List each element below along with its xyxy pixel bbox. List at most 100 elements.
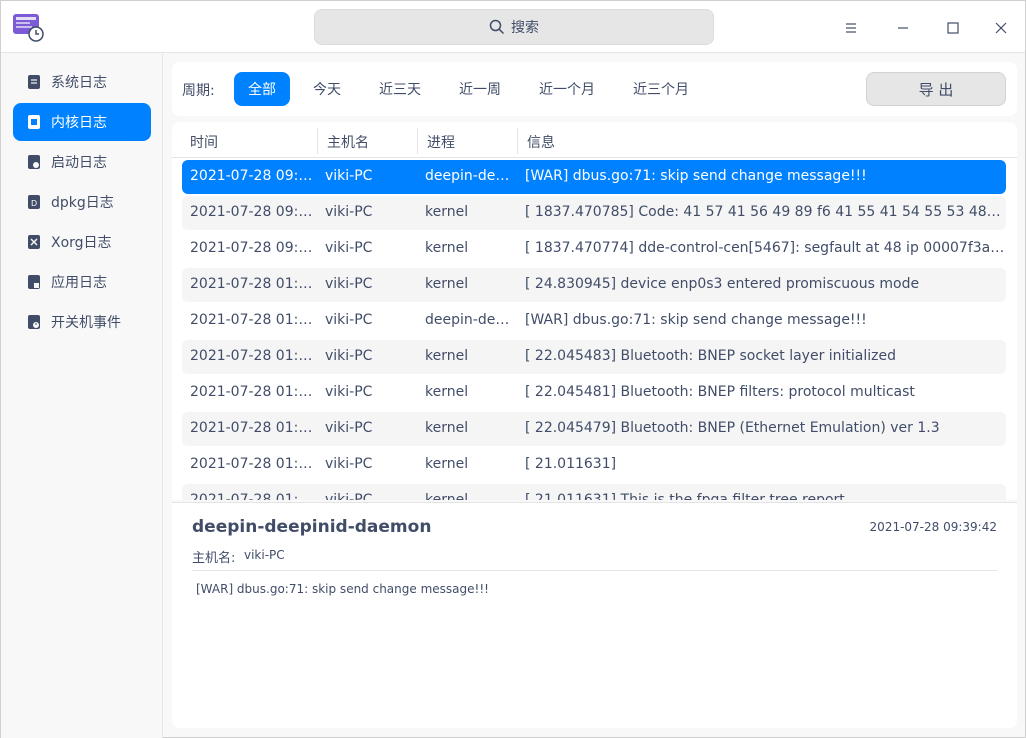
cell-host: viki-PC — [325, 204, 373, 220]
minimize-button[interactable] — [886, 11, 920, 45]
sidebar-item-app-log[interactable]: 应用日志 — [13, 263, 151, 301]
cell-info: [ 1837.470785] Code: 41 57 41 56 49 89 f… — [525, 204, 1005, 220]
table-row[interactable]: 2021-07-28 01:09:51 viki-PC kernel [ 21.011… — [182, 484, 1006, 500]
svg-text:D: D — [31, 199, 37, 208]
sidebar-item-boot-log[interactable]: 启动日志 — [13, 143, 151, 181]
table-row[interactable]: 2021-07-28 01:09:55 viki-PC kernel [ 24.830… — [182, 268, 1006, 302]
hamburger-menu-icon — [846, 23, 856, 33]
cell-host: viki-PC — [325, 492, 373, 500]
cell-host: viki-PC — [325, 456, 373, 472]
column-header-info[interactable]: 信息 — [527, 132, 555, 152]
column-header-host[interactable]: 主机名 — [327, 132, 369, 152]
cell-time: 2021-07-28 01:09:55 — [190, 276, 316, 292]
sidebar-item-kernel-log[interactable]: 内核日志 — [13, 103, 151, 141]
sidebar-item-label: dpkg日志 — [51, 195, 114, 211]
sidebar-item-dpkg-log[interactable]: D dpkg日志 — [13, 183, 151, 221]
minimize-icon — [898, 27, 908, 29]
cell-process: deepin-deepinid-daemon — [425, 168, 517, 184]
boot-log-icon — [28, 155, 40, 169]
close-icon — [995, 22, 1007, 34]
maximize-button[interactable] — [936, 11, 970, 45]
table-row[interactable]: 2021-07-28 01:09:52 viki-PC kernel [ 22.045… — [182, 376, 1006, 410]
period-today-button[interactable]: 今天 — [299, 72, 355, 106]
search-icon — [489, 19, 505, 35]
period-label: 周期: — [182, 83, 215, 99]
sidebar-item-label: 内核日志 — [51, 115, 107, 131]
detail-time: 2021-07-28 09:39:42 — [869, 520, 997, 534]
search-box[interactable]: 搜索 — [314, 9, 714, 45]
sidebar-item-label: 系统日志 — [51, 75, 107, 91]
table-row[interactable]: 2021-07-28 01:09:53 viki-PC deepin-deepini… — [182, 304, 1006, 338]
app-logo-icon — [13, 14, 44, 42]
period-month-button[interactable]: 近一个月 — [525, 72, 609, 106]
export-button[interactable]: 导 出 — [866, 72, 1006, 106]
cell-info: [ 24.830945] device enp0s3 entered promi… — [525, 276, 920, 292]
detail-divider — [192, 570, 997, 571]
cell-process: kernel — [425, 276, 469, 292]
cell-process: kernel — [425, 492, 469, 500]
cell-process: kernel — [425, 240, 469, 256]
cell-info: [ 21.011631] — [525, 456, 617, 472]
column-divider[interactable] — [517, 128, 518, 154]
table-row[interactable]: 2021-07-28 09:39:41 viki-PC kernel [ 1837.4… — [182, 196, 1006, 230]
cell-info: [ 1837.470774] dde-control-cen[5467]: se… — [525, 240, 1005, 256]
sidebar-item-label: 应用日志 — [51, 275, 107, 291]
cell-info: [ 22.045483] Bluetooth: BNEP socket laye… — [525, 348, 897, 364]
sidebar-item-xorg-log[interactable]: Xorg日志 — [13, 223, 151, 261]
column-header-time[interactable]: 时间 — [190, 132, 218, 152]
cell-time: 2021-07-28 01:09:52 — [190, 420, 316, 436]
menu-button[interactable] — [834, 11, 868, 45]
sidebar-item-system-log[interactable]: 系统日志 — [13, 63, 151, 101]
period-all-button[interactable]: 全部 — [234, 72, 290, 106]
power-event-icon — [28, 315, 40, 329]
cell-time: 2021-07-28 01:09:51 — [190, 492, 316, 500]
log-table: 时间 主机名 进程 信息 2021-07-28 09:39:42 viki-PC d… — [172, 122, 1017, 500]
detail-title: deepin-deepinid-daemon — [192, 517, 432, 537]
table-row[interactable]: 2021-07-28 09:39:41 viki-PC kernel [ 1837.4… — [182, 232, 1006, 266]
table-row[interactable]: 2021-07-28 09:39:42 viki-PC deepin-deepini… — [182, 160, 1006, 194]
cell-time: 2021-07-28 09:39:41 — [190, 240, 316, 256]
search-placeholder: 搜索 — [511, 20, 539, 36]
cell-time: 2021-07-28 01:09:52 — [190, 348, 316, 364]
main-content: 周期: 全部 今天 近三天 近一周 近一个月 近三个月 导 出 时间 主机名 进… — [172, 62, 1017, 728]
cell-process: kernel — [425, 384, 469, 400]
cell-info: [ 22.045481] Bluetooth: BNEP filters: pr… — [525, 384, 915, 400]
detail-message[interactable]: [WAR] dbus.go:71: skip send change messa… — [196, 582, 489, 596]
column-divider[interactable] — [417, 128, 418, 154]
cell-process: kernel — [425, 348, 469, 364]
cell-process: kernel — [425, 204, 469, 220]
detail-host-label: 主机名: — [192, 551, 236, 566]
sidebar-item-label: 启动日志 — [51, 155, 107, 171]
table-row[interactable]: 2021-07-28 01:09:52 viki-PC kernel [ 22.045… — [182, 412, 1006, 446]
cell-time: 2021-07-28 09:39:42 — [190, 168, 316, 184]
cell-host: viki-PC — [325, 312, 373, 328]
column-header-process[interactable]: 进程 — [427, 132, 455, 152]
dpkg-log-icon: D — [28, 195, 40, 209]
period-3months-button[interactable]: 近三个月 — [619, 72, 703, 106]
table-row[interactable]: 2021-07-28 01:09:52 viki-PC kernel [ 22.045… — [182, 340, 1006, 374]
cell-info: [WAR] dbus.go:71: skip send change messa… — [525, 312, 867, 328]
document-icon — [28, 75, 40, 89]
cell-time: 2021-07-28 09:39:41 — [190, 204, 316, 220]
cell-time: 2021-07-28 01:09:52 — [190, 384, 316, 400]
column-divider[interactable] — [317, 128, 318, 154]
sidebar-item-label: Xorg日志 — [51, 235, 112, 251]
cell-host: viki-PC — [325, 240, 373, 256]
cell-host: viki-PC — [325, 276, 373, 292]
cell-info: [ 22.045479] Bluetooth: BNEP (Ethernet E… — [525, 420, 940, 436]
title-bar: 搜索 — [1, 1, 1025, 53]
cell-process: kernel — [425, 456, 469, 472]
table-header: 时间 主机名 进程 信息 — [172, 122, 1017, 158]
table-row[interactable]: 2021-07-28 01:09:51 viki-PC kernel [ 21.011… — [182, 448, 1006, 482]
cell-process: deepin-deepinid-daemon — [425, 312, 517, 328]
maximize-icon — [947, 22, 959, 34]
period-week-button[interactable]: 近一周 — [445, 72, 515, 106]
close-button[interactable] — [984, 11, 1018, 45]
xorg-log-icon — [28, 235, 40, 249]
cell-host: viki-PC — [325, 420, 373, 436]
sidebar-item-power-events[interactable]: 开关机事件 — [13, 303, 151, 341]
detail-panel: deepin-deepinid-daemon 2021-07-28 09:39:… — [172, 502, 1017, 728]
sidebar-item-label: 开关机事件 — [51, 315, 121, 331]
period-3days-button[interactable]: 近三天 — [365, 72, 435, 106]
period-filter-bar: 周期: 全部 今天 近三天 近一周 近一个月 近三个月 导 出 — [172, 62, 1017, 116]
